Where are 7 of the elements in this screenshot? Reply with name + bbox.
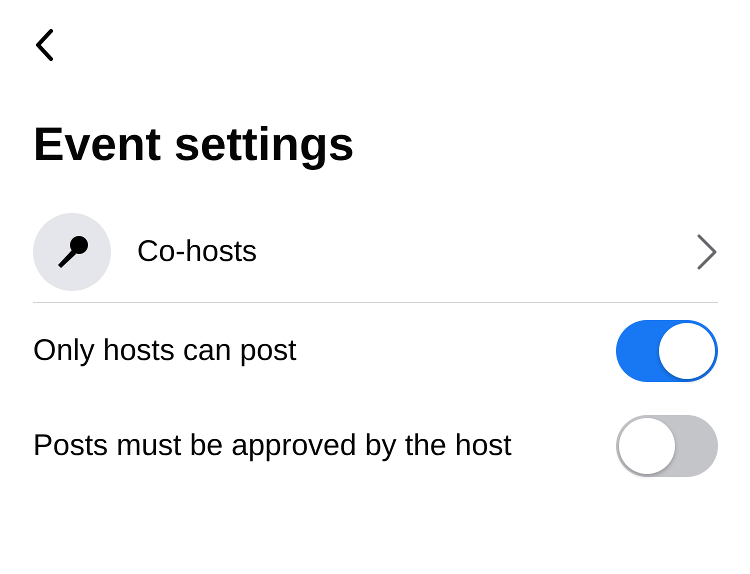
setting-label: Only hosts can post bbox=[33, 334, 296, 368]
setting-label: Posts must be approved by the host bbox=[33, 428, 512, 462]
back-icon bbox=[33, 28, 55, 62]
co-hosts-row[interactable]: Co-hosts bbox=[33, 202, 718, 303]
page-title: Event settings bbox=[33, 116, 356, 172]
chevron-right-icon bbox=[696, 233, 718, 271]
row-label: Co-hosts bbox=[137, 235, 258, 269]
